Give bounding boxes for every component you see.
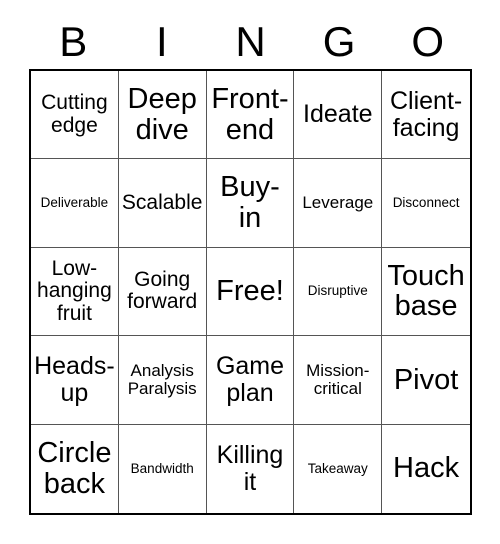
bingo-cell-label: Takeaway [307, 460, 368, 476]
bingo-free-space[interactable]: Free! [206, 247, 295, 337]
bingo-grid: Cutting edge Deep dive Front-end Ideate … [29, 69, 472, 515]
bingo-cell[interactable]: Deep dive [118, 71, 207, 160]
bingo-cell[interactable]: Circle back [31, 424, 119, 513]
bingo-cell-label: Cutting edge [41, 91, 108, 137]
bingo-cell-label: Ideate [303, 100, 373, 129]
bingo-header-letter-g: G [322, 18, 356, 65]
bingo-cell-label: Disconnect [392, 194, 460, 210]
bingo-card: B I N G O Cutting edge Deep dive Front-e… [0, 0, 500, 544]
bingo-cell[interactable]: Killing it [206, 424, 295, 513]
bingo-cell[interactable]: Buy-in [206, 159, 295, 248]
bingo-cell-label: Pivot [393, 363, 459, 396]
bingo-cell[interactable]: Leverage [294, 159, 383, 248]
bingo-header-letter-n: N [235, 18, 266, 65]
bingo-cell-label: Low-hanging fruit [37, 257, 112, 325]
bingo-cell[interactable]: Bandwidth [118, 424, 207, 513]
bingo-cell-label: Going forward [127, 268, 198, 314]
bingo-cell[interactable]: Disconnect [382, 159, 470, 248]
bingo-cell-label: Deliverable [40, 194, 109, 210]
bingo-cell[interactable]: Hack [382, 424, 470, 513]
bingo-cell-label: Scalable [121, 190, 203, 214]
bingo-cell-label: Buy-in [220, 171, 280, 235]
bingo-cell[interactable]: Disruptive [294, 247, 383, 337]
bingo-cell[interactable]: Cutting edge [31, 71, 119, 160]
bingo-cell[interactable]: Scalable [118, 159, 207, 248]
bingo-cell[interactable]: Going forward [118, 247, 207, 337]
bingo-cell[interactable]: Takeaway [294, 424, 383, 513]
bingo-cell[interactable]: Mission-critical [294, 336, 383, 425]
bingo-cell[interactable]: Game plan [206, 336, 295, 425]
bingo-cell-label: Circle back [37, 437, 112, 500]
bingo-cell-label: Leverage [302, 193, 374, 213]
bingo-cell[interactable]: Heads-up [31, 336, 119, 425]
bingo-header-letter-b: B [59, 18, 88, 65]
bingo-cell[interactable]: Deliverable [31, 159, 119, 248]
bingo-cell-label: Front-end [211, 82, 289, 146]
bingo-cell-label: Game plan [215, 352, 285, 407]
bingo-cell-label: Touch base [387, 259, 465, 323]
bingo-cell-label: Killing it [216, 441, 284, 496]
bingo-cell[interactable]: Touch base [382, 247, 470, 337]
bingo-cell[interactable]: Front-end [206, 71, 295, 160]
bingo-header-letter-i: I [156, 18, 168, 65]
bingo-header-row: B I N G O [29, 16, 472, 68]
bingo-cell[interactable]: Pivot [382, 336, 470, 425]
bingo-cell-label: Client-facing [389, 87, 463, 142]
bingo-cell[interactable]: Ideate [294, 71, 383, 160]
bingo-cell-label: Hack [393, 452, 460, 485]
bingo-cell[interactable]: Client-facing [382, 71, 470, 160]
bingo-cell-label: Analysis Paralysis [127, 360, 197, 398]
bingo-cell-label: Heads-up [34, 352, 115, 407]
bingo-cell-label: Deep dive [127, 82, 197, 146]
bingo-cell[interactable]: Low-hanging fruit [31, 247, 119, 337]
bingo-cell[interactable]: Analysis Paralysis [118, 336, 207, 425]
bingo-cell-label: Mission-critical [306, 360, 370, 398]
bingo-cell-label: Bandwidth [130, 460, 194, 476]
bingo-free-space-label: Free! [216, 275, 284, 308]
bingo-cell-label: Disruptive [307, 283, 368, 299]
bingo-header-letter-o: O [411, 18, 444, 65]
